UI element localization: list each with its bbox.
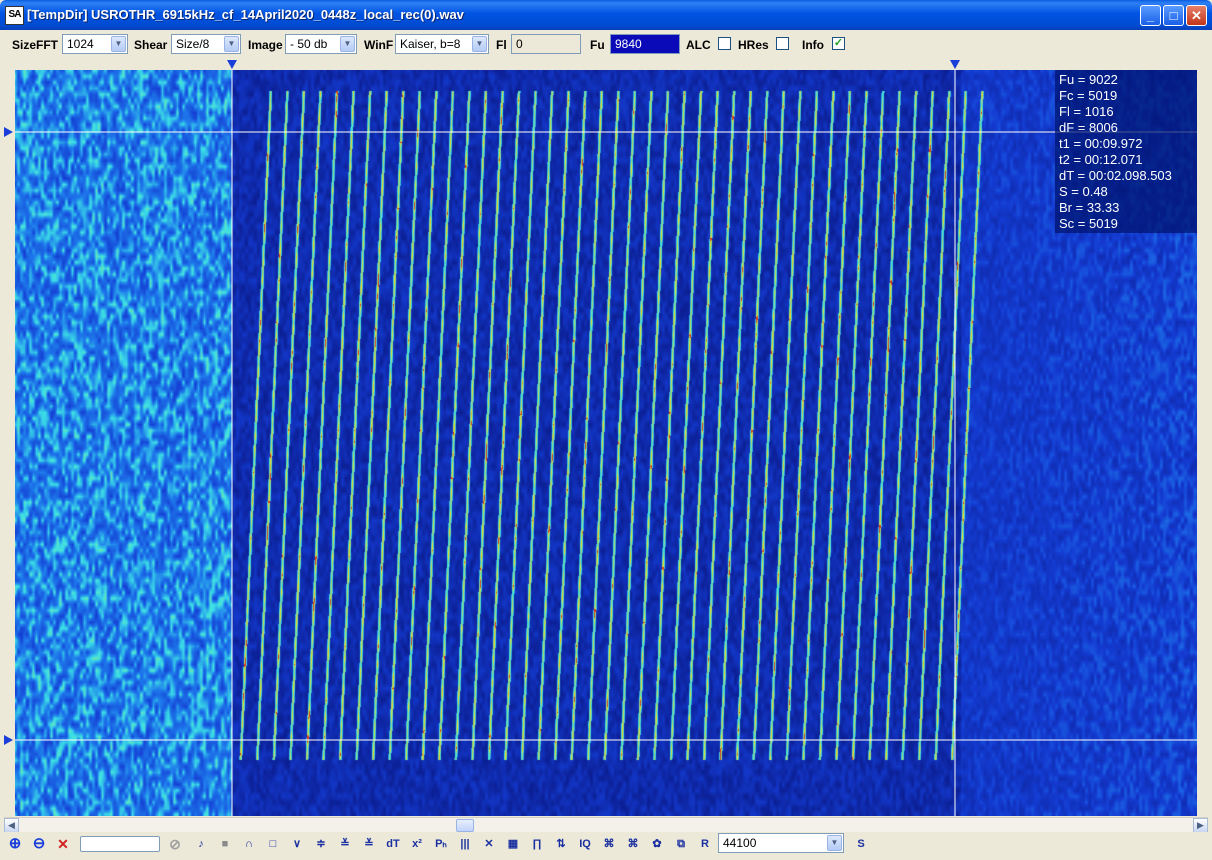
dt-button[interactable]: dT xyxy=(384,835,402,853)
info-fu: Fu = 9022 xyxy=(1059,72,1118,87)
info-fc: Fc = 5019 xyxy=(1059,88,1118,103)
info-df: dF = 8006 xyxy=(1059,120,1118,135)
x2-button[interactable]: x² xyxy=(408,835,426,853)
info-panel: Fu = 9022 Fc = 5019 Fl = 1016 dF = 8006 … xyxy=(1055,70,1197,233)
bars-icon[interactable]: ||| xyxy=(456,835,474,853)
speaker-icon[interactable]: ♪ xyxy=(192,835,210,853)
info-t1: t1 = 00:09.972 xyxy=(1059,136,1143,151)
rect-icon[interactable]: □ xyxy=(264,835,282,853)
zoom-in-icon[interactable]: ⊕ xyxy=(6,835,24,853)
marker-t2-icon[interactable] xyxy=(950,60,960,69)
pattern-1-icon[interactable]: ⌘ xyxy=(600,835,618,853)
grid-icon[interactable]: ▦ xyxy=(504,835,522,853)
updown-icon[interactable]: ⇅ xyxy=(552,835,570,853)
scroll-thumb[interactable] xyxy=(456,819,474,832)
sample-rate-select[interactable]: 44100 ▼ xyxy=(718,833,844,853)
disabled-icon[interactable]: ⊘ xyxy=(166,835,184,853)
info-br: Br = 33.33 xyxy=(1059,200,1120,215)
marker-fl-icon[interactable] xyxy=(4,735,13,745)
s-button[interactable]: S xyxy=(852,835,870,853)
sample-rate-value: 44100 xyxy=(723,836,757,850)
info-fl: Fl = 1016 xyxy=(1059,104,1114,119)
marker-t1-icon[interactable] xyxy=(227,60,237,69)
chevron-down-icon[interactable]: ▼ xyxy=(827,835,842,851)
marker-fu-icon[interactable] xyxy=(4,127,13,137)
stop-icon[interactable]: ■ xyxy=(216,835,234,853)
zoom-input[interactable] xyxy=(80,836,160,852)
info-s: S = 0.48 xyxy=(1059,184,1108,199)
info-sc: Sc = 5019 xyxy=(1059,216,1118,231)
horizontal-scrollbar[interactable]: ◀ ▶ xyxy=(4,817,1208,833)
cross-icon[interactable]: ✕ xyxy=(480,835,498,853)
scroll-right-icon[interactable]: ▶ xyxy=(1193,818,1208,833)
gear-icon[interactable]: ✿ xyxy=(648,835,666,853)
copy-icon[interactable]: ⧉ xyxy=(672,835,690,853)
scroll-left-icon[interactable]: ◀ xyxy=(4,818,19,833)
v-icon[interactable]: ∨ xyxy=(288,835,306,853)
iq-button[interactable]: IQ xyxy=(576,835,594,853)
arc-icon[interactable]: ∩ xyxy=(240,835,258,853)
pattern-2-icon[interactable]: ⌘ xyxy=(624,835,642,853)
zoom-out-icon[interactable]: ⊖ xyxy=(30,835,48,853)
marker-c-icon[interactable]: ≚ xyxy=(360,835,378,853)
info-t2: t2 = 00:12.071 xyxy=(1059,152,1143,167)
cursor-overlay xyxy=(4,60,1197,816)
info-dt: dT = 00:02.098.503 xyxy=(1059,168,1172,183)
r-button[interactable]: R xyxy=(696,835,714,853)
ph-button[interactable]: Pₕ xyxy=(432,835,450,853)
zoom-cancel-icon[interactable]: ✕ xyxy=(54,835,72,853)
marker-b-icon[interactable]: ≚ xyxy=(336,835,354,853)
pulse-icon[interactable]: ∏ xyxy=(528,835,546,853)
marker-a-icon[interactable]: ≑ xyxy=(312,835,330,853)
